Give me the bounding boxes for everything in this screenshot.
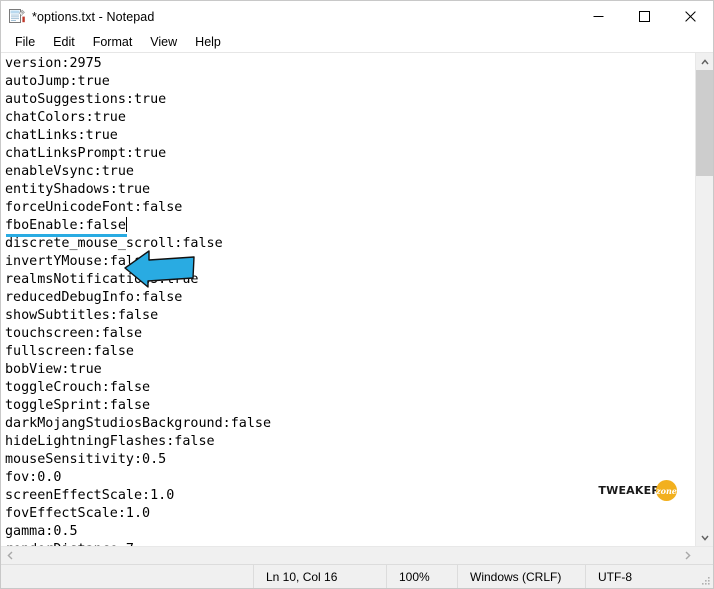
text-caret bbox=[125, 217, 127, 232]
editor-line: autoJump:true bbox=[5, 73, 695, 91]
editor-line: chatLinksPrompt:true bbox=[5, 145, 695, 163]
editor-line: forceUnicodeFont:false bbox=[5, 199, 695, 217]
editor-line: toggleCrouch:false bbox=[5, 379, 695, 397]
editor-line-text: touchscreen:false bbox=[5, 326, 143, 341]
editor-line: fboEnable:false bbox=[5, 217, 695, 237]
minimize-icon bbox=[593, 16, 603, 17]
editor-line-text: discrete_mouse_scroll:false bbox=[5, 236, 223, 251]
editor-line-text: chatLinksPrompt:true bbox=[5, 146, 167, 161]
editor-line-text: entityShadows:true bbox=[5, 182, 151, 197]
editor-line: showSubtitles:false bbox=[5, 307, 695, 325]
horizontal-scrollbar[interactable] bbox=[1, 546, 713, 564]
menu-item-file[interactable]: File bbox=[6, 34, 44, 51]
menu-item-help[interactable]: Help bbox=[186, 34, 230, 51]
editor-line-text: autoSuggestions:true bbox=[5, 92, 167, 107]
editor-line: fov:0.0 bbox=[5, 469, 695, 487]
scroll-up-button[interactable] bbox=[696, 53, 713, 70]
scrollbar-corner bbox=[696, 547, 713, 564]
close-button[interactable] bbox=[667, 1, 713, 32]
status-zoom-level: 100% bbox=[386, 565, 457, 588]
menu-item-view[interactable]: View bbox=[141, 34, 186, 51]
vertical-scroll-track[interactable] bbox=[696, 70, 713, 529]
editor-line: version:2975 bbox=[5, 55, 695, 73]
editor-line: chatColors:true bbox=[5, 109, 695, 127]
editor-line-text: realmsNotifications:true bbox=[5, 272, 199, 287]
editor-line-text: mouseSensitivity:0.5 bbox=[5, 452, 167, 467]
status-spacer bbox=[1, 565, 253, 588]
notepad-icon bbox=[8, 8, 26, 26]
editor-line: fullscreen:false bbox=[5, 343, 695, 361]
editor-line: fovEffectScale:1.0 bbox=[5, 505, 695, 523]
editor-line-text: fullscreen:false bbox=[5, 344, 134, 359]
scroll-right-button[interactable] bbox=[679, 547, 696, 564]
vertical-scrollbar[interactable] bbox=[695, 53, 713, 546]
editor-line: gamma:0.5 bbox=[5, 523, 695, 541]
editor-line-text: invertYMouse:false bbox=[5, 254, 151, 269]
editor-line-text: fovEffectScale:1.0 bbox=[5, 506, 151, 521]
editor-line: discrete_mouse_scroll:false bbox=[5, 235, 695, 253]
editor-line: touchscreen:false bbox=[5, 325, 695, 343]
editor-line-text: forceUnicodeFont:false bbox=[5, 200, 183, 215]
editor-line-text: fboEnable:false bbox=[5, 218, 126, 233]
text-editor[interactable]: version:2975 autoJump:true autoSuggestions… bbox=[1, 53, 695, 546]
scroll-left-button[interactable] bbox=[1, 547, 18, 564]
menu-item-format[interactable]: Format bbox=[84, 34, 142, 51]
editor-line: reducedDebugInfo:false bbox=[5, 289, 695, 307]
editor-line-text: showSubtitles:false bbox=[5, 308, 159, 323]
editor-line-text: gamma:0.5 bbox=[5, 524, 78, 539]
chevron-down-icon bbox=[700, 535, 709, 541]
editor-line: darkMojangStudiosBackground:false bbox=[5, 415, 695, 433]
notepad-window: *options.txt - Notepad File Edit Format … bbox=[0, 0, 714, 589]
close-icon bbox=[684, 11, 696, 22]
editor-line-text: reducedDebugInfo:false bbox=[5, 290, 183, 305]
editor-line-text: enableVsync:true bbox=[5, 164, 134, 179]
editor-line: bobView:true bbox=[5, 361, 695, 379]
minimize-button[interactable] bbox=[575, 1, 621, 32]
menu-bar: File Edit Format View Help bbox=[1, 32, 713, 52]
editor-line: chatLinks:true bbox=[5, 127, 695, 145]
resize-grip-icon bbox=[702, 577, 710, 585]
title-bar[interactable]: *options.txt - Notepad bbox=[1, 1, 713, 32]
editor-line-text: autoJump:true bbox=[5, 74, 110, 89]
editor-line: autoSuggestions:true bbox=[5, 91, 695, 109]
editor-line-text: toggleSprint:false bbox=[5, 398, 151, 413]
editor-region: version:2975 autoJump:true autoSuggestions… bbox=[1, 52, 713, 564]
editor-line-text: version:2975 bbox=[5, 56, 102, 71]
editor-line: enableVsync:true bbox=[5, 163, 695, 181]
editor-line: screenEffectScale:1.0 bbox=[5, 487, 695, 505]
editor-line-text: hideLightningFlashes:false bbox=[5, 434, 215, 449]
chevron-up-icon bbox=[700, 58, 709, 64]
editor-line-text: toggleCrouch:false bbox=[5, 380, 151, 395]
resize-grip[interactable] bbox=[697, 565, 713, 588]
window-title: *options.txt - Notepad bbox=[32, 9, 155, 24]
chevron-right-icon bbox=[685, 551, 691, 560]
status-cursor-position: Ln 10, Col 16 bbox=[253, 565, 386, 588]
editor-line: realmsNotifications:true bbox=[5, 271, 695, 289]
editor-line: entityShadows:true bbox=[5, 181, 695, 199]
editor-line: toggleSprint:false bbox=[5, 397, 695, 415]
status-bar: Ln 10, Col 16 100% Windows (CRLF) UTF-8 bbox=[1, 564, 713, 588]
editor-line-text: fov:0.0 bbox=[5, 470, 62, 485]
status-line-ending: Windows (CRLF) bbox=[457, 565, 585, 588]
editor-line-text: screenEffectScale:1.0 bbox=[5, 488, 175, 503]
editor-line-text: chatColors:true bbox=[5, 110, 126, 125]
status-encoding: UTF-8 bbox=[585, 565, 697, 588]
editor-line: invertYMouse:false bbox=[5, 253, 695, 271]
editor-line: mouseSensitivity:0.5 bbox=[5, 451, 695, 469]
chevron-left-icon bbox=[6, 551, 12, 560]
editor-line-text: darkMojangStudiosBackground:false bbox=[5, 416, 272, 431]
editor-line-text: chatLinks:true bbox=[5, 128, 118, 143]
maximize-icon bbox=[638, 11, 650, 22]
editor-line: hideLightningFlashes:false bbox=[5, 433, 695, 451]
maximize-button[interactable] bbox=[621, 1, 667, 32]
vertical-scroll-thumb[interactable] bbox=[696, 70, 713, 176]
horizontal-scroll-track[interactable] bbox=[18, 547, 679, 564]
window-controls bbox=[575, 1, 713, 32]
editor-line-text: bobView:true bbox=[5, 362, 102, 377]
menu-item-edit[interactable]: Edit bbox=[44, 34, 84, 51]
scroll-down-button[interactable] bbox=[696, 529, 713, 546]
